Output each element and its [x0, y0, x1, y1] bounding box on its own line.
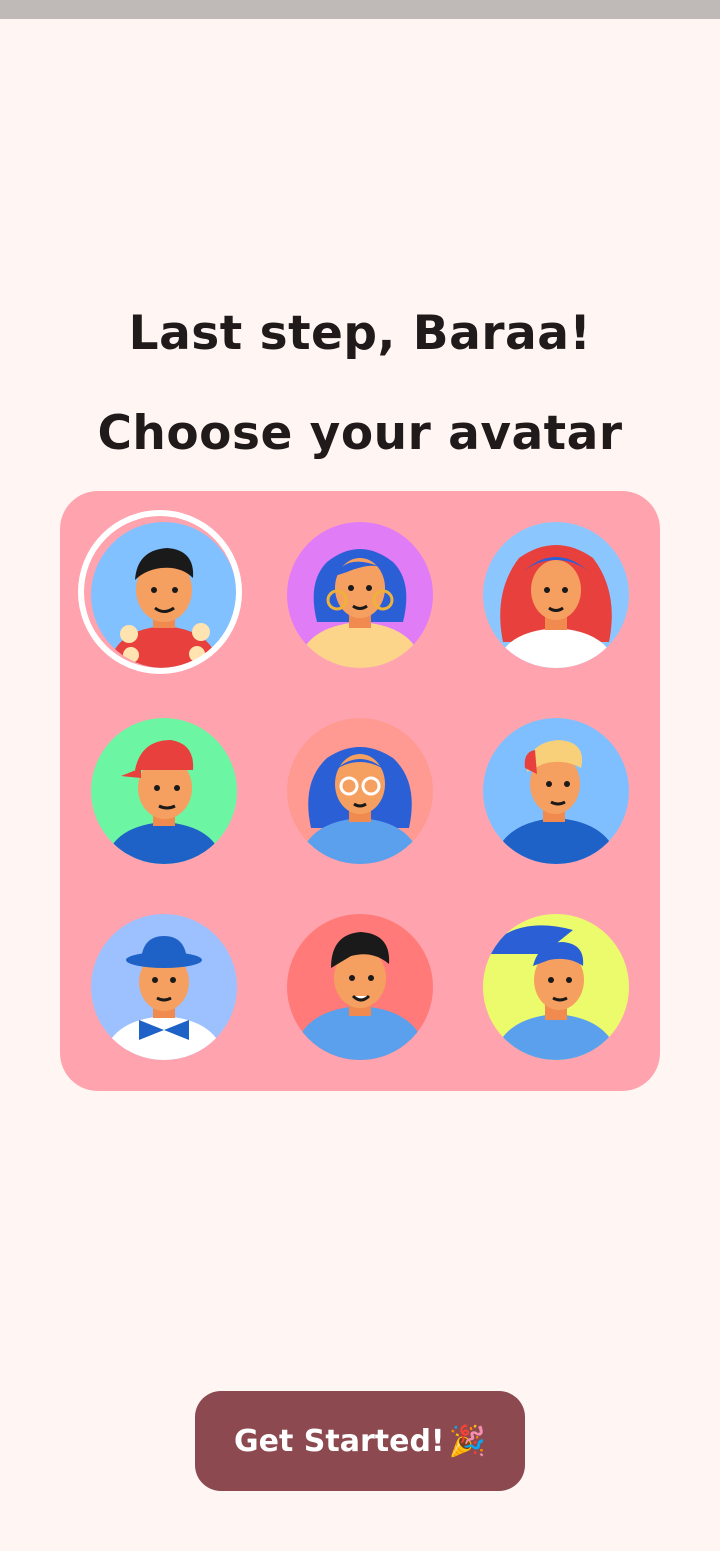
avatar-hawaiian-shirt[interactable]: [91, 522, 237, 668]
party-popper-icon: 🎉: [448, 1423, 486, 1459]
avatar-glasses[interactable]: [287, 718, 433, 864]
avatar-blond-quiff[interactable]: [483, 718, 629, 864]
choose-avatar-title: Choose your avatar: [97, 406, 623, 461]
get-started-button[interactable]: Get Started! 🎉: [195, 1391, 525, 1491]
avatar-blue-ponytail[interactable]: [483, 914, 629, 1060]
avatar-red-cap[interactable]: [91, 718, 237, 864]
avatar-hoop-earrings[interactable]: [287, 522, 433, 668]
avatar-bowler-hat[interactable]: [91, 914, 237, 1060]
avatar-hoodie[interactable]: [287, 914, 433, 1060]
get-started-label: Get Started!: [234, 1423, 445, 1459]
greeting-title: Last step, Baraa!: [128, 306, 592, 361]
status-bar: [0, 0, 720, 19]
avatar-red-hair-bandana[interactable]: [483, 522, 629, 668]
